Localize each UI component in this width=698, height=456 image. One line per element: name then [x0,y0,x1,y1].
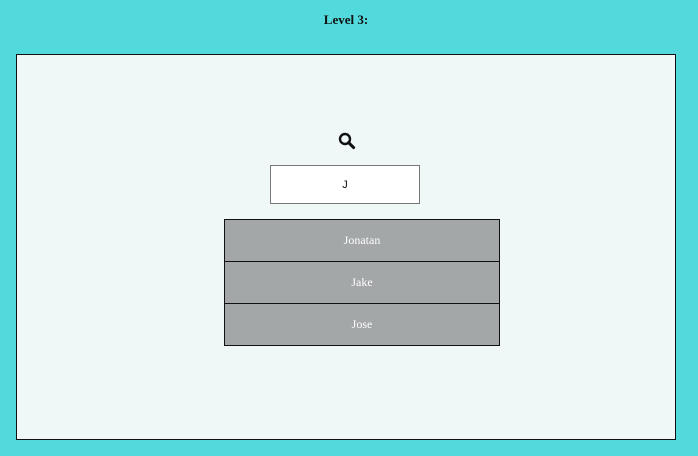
result-item-jose[interactable]: Jose [224,303,500,346]
search-icon [338,132,356,150]
search-input[interactable] [270,165,420,204]
page-title: Level 3: [323,12,369,27]
result-item-jake[interactable]: Jake [224,261,500,304]
result-item-jonatan[interactable]: Jonatan [224,219,500,262]
search-panel: Jonatan Jake Jose [16,54,676,440]
results-list: Jonatan Jake Jose [224,219,500,346]
